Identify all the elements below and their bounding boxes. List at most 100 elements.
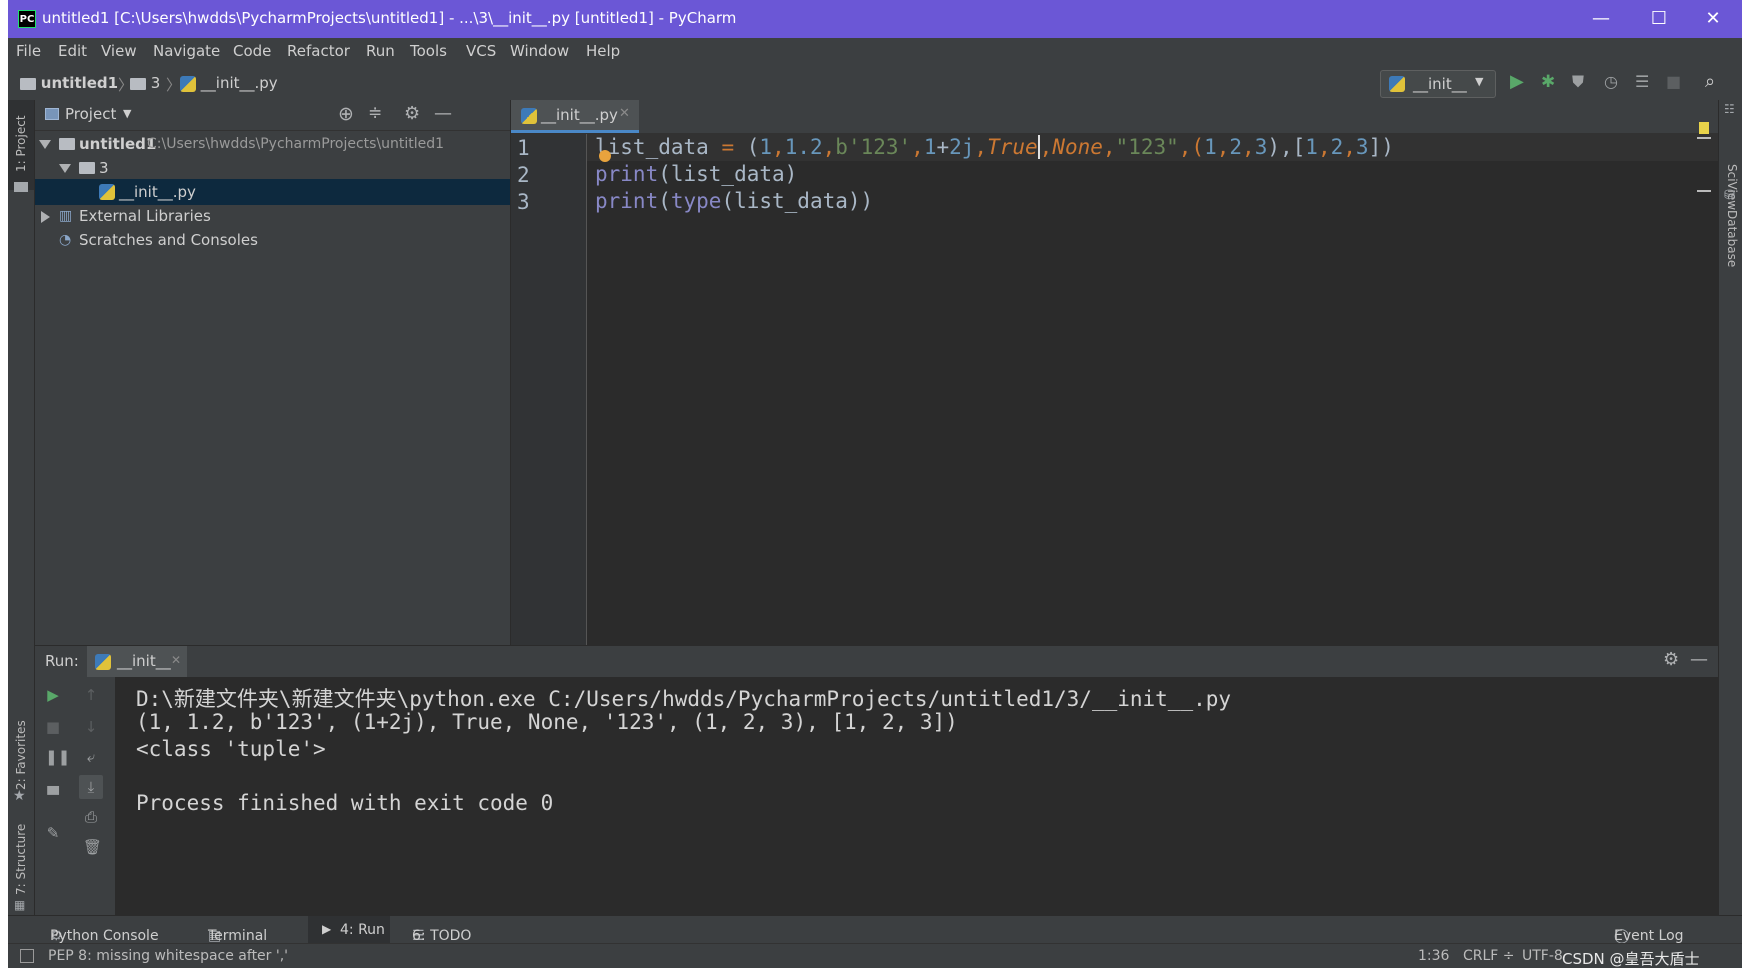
locate-target-icon[interactable]: ⊕ bbox=[338, 103, 354, 125]
breadcrumb-folder[interactable]: 3 bbox=[130, 74, 160, 92]
editor-tab-init-py[interactable]: __init__.py ✕ bbox=[511, 100, 639, 133]
console-line: Process finished with exit code 0 bbox=[136, 791, 554, 815]
star-icon: ★ bbox=[13, 788, 26, 804]
favorites-tool-label[interactable]: 2: Favorites bbox=[14, 720, 28, 790]
caret-position[interactable]: 1:36 bbox=[1418, 948, 1449, 964]
menu-code[interactable]: Code bbox=[233, 42, 271, 60]
collapse-all-icon[interactable]: ≑ bbox=[368, 103, 382, 123]
layout-icon[interactable]: ▀ bbox=[45, 787, 61, 803]
debug-bug-icon[interactable]: ✱ bbox=[1541, 72, 1555, 92]
console-line: (1, 1.2, b'123', (1+2j), True, None, '12… bbox=[136, 710, 958, 734]
run-console[interactable]: D:\新建文件夹\新建文件夹\python.exe C:/Users/hwdds… bbox=[116, 677, 1718, 915]
todo-label: 6: TODO bbox=[412, 928, 472, 944]
close-tab-icon[interactable]: ✕ bbox=[619, 106, 630, 121]
database-tool-label[interactable]: Database bbox=[1725, 210, 1739, 267]
breadcrumb-project[interactable]: untitled1 bbox=[20, 74, 118, 92]
code-editor[interactable]: list_data = (1,1.2,b'123',1+2j,True,None… bbox=[587, 122, 1718, 645]
menu-run[interactable]: Run bbox=[366, 42, 395, 60]
python-file-icon bbox=[521, 108, 537, 124]
pin-icon[interactable]: ✎ bbox=[45, 825, 61, 841]
menu-file[interactable]: File bbox=[16, 42, 41, 60]
python-icon bbox=[95, 654, 111, 670]
line-number: 1 bbox=[517, 136, 530, 160]
pause-icon[interactable]: ❚❚ bbox=[45, 749, 70, 765]
tree-root-path: C:\Users\hwdds\PycharmProjects\untitled1 bbox=[147, 136, 445, 152]
scroll-to-end-icon[interactable]: ⤓ bbox=[79, 775, 103, 799]
tree-item-scratches[interactable]: ◔ Scratches and Consoles bbox=[35, 227, 510, 253]
error-stripe-mark bbox=[1697, 137, 1711, 139]
close-tab-icon[interactable]: ✕ bbox=[171, 653, 181, 667]
up-arrow-icon[interactable]: ↑ bbox=[83, 687, 99, 703]
tree-item-init-py[interactable]: __init__.py bbox=[35, 179, 510, 205]
folder-icon bbox=[79, 162, 95, 174]
search-icon[interactable]: ⌕ bbox=[1705, 71, 1715, 92]
gear-icon[interactable]: ⚙ bbox=[404, 103, 420, 124]
run-toolbar-secondary: ↑ ↓ ⤶ ⤓ ⎙ 🗑 bbox=[71, 677, 116, 915]
menu-edit[interactable]: Edit bbox=[58, 42, 87, 60]
expand-arrow-icon[interactable] bbox=[41, 210, 50, 223]
tree-item-folder-3[interactable]: 3 bbox=[35, 155, 510, 181]
print-icon[interactable]: ⎙ bbox=[83, 809, 99, 825]
run-tool-tab[interactable]: ▶ 4: Run bbox=[308, 916, 390, 944]
chevron-down-icon: ▼ bbox=[1475, 75, 1484, 88]
coverage-shield-icon[interactable]: ⛊ bbox=[1572, 72, 1584, 92]
line-number: 2 bbox=[517, 163, 530, 187]
run-config-dropdown[interactable]: __init__ ▼ bbox=[1380, 70, 1496, 98]
folder-icon bbox=[20, 77, 36, 90]
close-button[interactable]: ✕ bbox=[1684, 0, 1742, 38]
menu-view[interactable]: View bbox=[101, 42, 137, 60]
line-number: 3 bbox=[517, 190, 530, 214]
minimize-button[interactable]: — bbox=[1572, 0, 1630, 38]
menu-help[interactable]: Help bbox=[586, 42, 620, 60]
folder-icon bbox=[59, 138, 75, 150]
stop-icon[interactable]: ■ bbox=[1666, 72, 1681, 91]
warning-marker-icon[interactable] bbox=[1699, 122, 1709, 134]
breadcrumb-file[interactable]: __init__.py bbox=[180, 74, 278, 92]
database-icon: ⛁ bbox=[1724, 188, 1735, 203]
right-tool-strip: ☷ SciView ⛁ Database bbox=[1718, 100, 1742, 915]
gear-icon[interactable]: ⚙ bbox=[1663, 649, 1679, 670]
stop-icon[interactable]: ■ bbox=[45, 719, 61, 735]
tree-scratches-label: Scratches and Consoles bbox=[79, 231, 258, 249]
run-config-label: __init__ bbox=[1413, 75, 1467, 93]
chevron-down-icon[interactable]: ▼ bbox=[123, 107, 131, 120]
run-tab-init[interactable]: __init__ ✕ bbox=[87, 646, 187, 678]
tree-item-external-libraries[interactable]: ▥ External Libraries bbox=[35, 203, 510, 229]
project-tool-tab[interactable]: 1: Project bbox=[8, 100, 34, 190]
menu-window[interactable]: Window bbox=[510, 42, 569, 60]
run-tool-label: 4: Run bbox=[340, 922, 385, 938]
concurrency-icon[interactable]: ☰ bbox=[1635, 72, 1649, 91]
window-title: untitled1 [C:\Users\hwdds\PycharmProject… bbox=[42, 9, 737, 27]
rerun-icon[interactable]: ▶ bbox=[45, 687, 61, 703]
project-panel: Project ▼ ⊕ ≑ ⚙ — untitled1 C:\Users\hwd… bbox=[35, 100, 511, 645]
profile-icon[interactable]: ◷ bbox=[1604, 72, 1618, 91]
expand-arrow-icon[interactable] bbox=[59, 164, 71, 173]
breadcrumb-folder-label: 3 bbox=[150, 74, 161, 92]
tree-folder-label: 3 bbox=[99, 159, 109, 177]
menu-tools[interactable]: Tools bbox=[410, 42, 447, 60]
maximize-button[interactable]: ☐ bbox=[1630, 0, 1688, 38]
run-icon[interactable]: ▶ bbox=[1510, 71, 1524, 92]
code-line-3: print(type(list_data)) bbox=[595, 189, 874, 213]
editor-tab-label: __init__.py bbox=[541, 106, 618, 124]
minimize-panel-icon[interactable]: — bbox=[434, 103, 452, 124]
menu-refactor[interactable]: Refactor bbox=[287, 42, 350, 60]
minimize-panel-icon[interactable]: — bbox=[1690, 649, 1708, 670]
menu-navigate[interactable]: Navigate bbox=[153, 42, 220, 60]
down-arrow-icon[interactable]: ↓ bbox=[83, 719, 99, 735]
soft-wrap-icon[interactable]: ⤶ bbox=[83, 749, 99, 765]
trash-icon[interactable]: 🗑 bbox=[83, 839, 102, 855]
menu-vcs[interactable]: VCS bbox=[466, 42, 496, 60]
tree-item-root[interactable]: untitled1 C:\Users\hwdds\PycharmProjects… bbox=[35, 131, 510, 157]
expand-arrow-icon[interactable] bbox=[39, 140, 51, 149]
status-toggle-icon[interactable] bbox=[20, 949, 34, 963]
structure-tool-label[interactable]: 7: Structure bbox=[14, 824, 28, 895]
line-separator[interactable]: CRLF ÷ bbox=[1463, 948, 1515, 964]
watermark: CSDN @皇吾大盾士 bbox=[1562, 950, 1700, 968]
file-encoding[interactable]: UTF-8 bbox=[1522, 948, 1563, 964]
intention-bulb-icon[interactable] bbox=[599, 150, 611, 162]
project-view-icon bbox=[45, 108, 59, 120]
status-bar: PEP 8: missing whitespace after ',' 1:36… bbox=[8, 943, 1742, 968]
title-bar: PC untitled1 [C:\Users\hwdds\PycharmProj… bbox=[8, 0, 1742, 38]
project-panel-title[interactable]: Project bbox=[65, 105, 116, 123]
